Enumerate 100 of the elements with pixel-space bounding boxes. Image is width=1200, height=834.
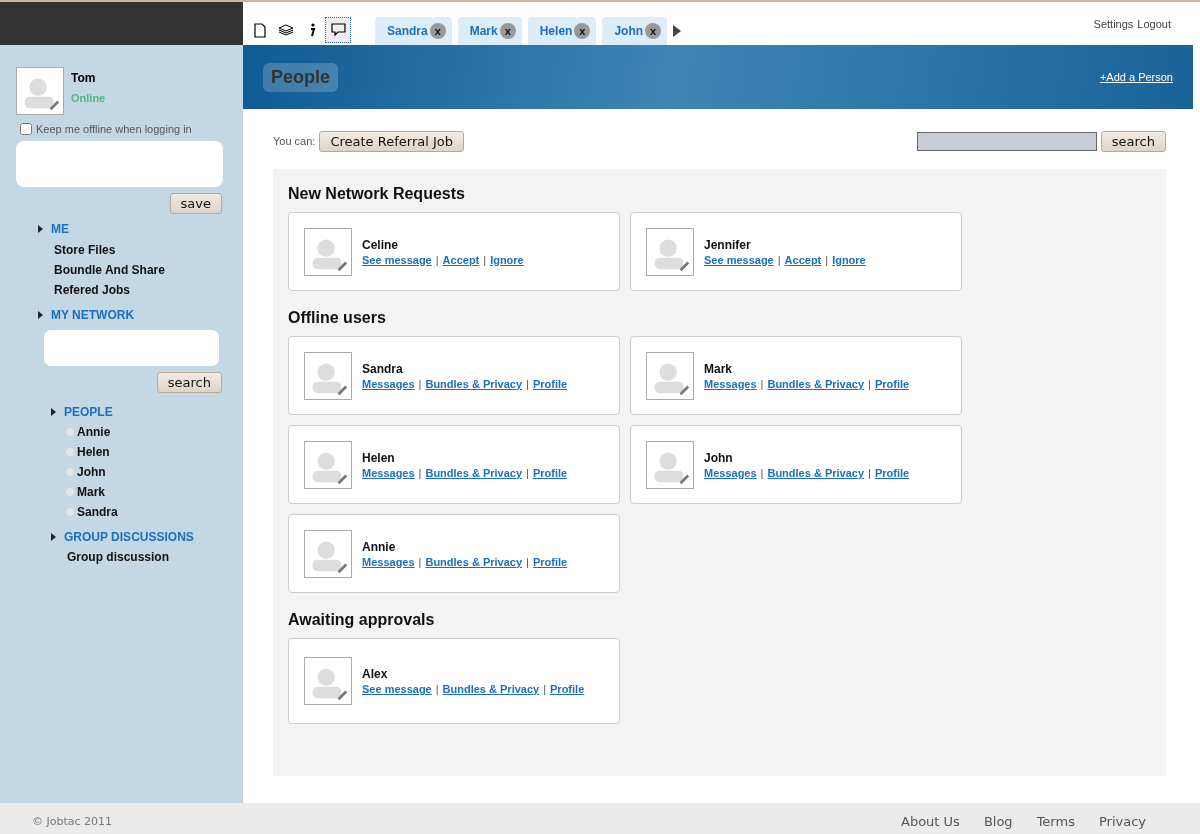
nav-section-link[interactable]: MY NETWORK — [51, 308, 135, 322]
save-button[interactable]: save — [169, 193, 222, 214]
speech-bubble-icon — [330, 23, 346, 37]
avatar-placeholder — [304, 657, 352, 705]
contact-link[interactable]: Helen — [77, 445, 110, 459]
expand-triangle-icon[interactable] — [38, 225, 43, 233]
person-action-link[interactable]: Messages — [362, 555, 415, 568]
section-title: New Network Requests — [288, 185, 466, 203]
link-separator: | — [526, 555, 529, 568]
person-action-link[interactable]: See message — [362, 683, 432, 695]
person-action-link[interactable]: Profile — [874, 377, 910, 390]
close-tab-button[interactable]: x — [499, 23, 516, 39]
person-action-link[interactable]: Messages — [704, 377, 757, 390]
contact-link[interactable]: Annie — [77, 425, 111, 439]
user-name: Tom — [71, 71, 97, 85]
contact-link[interactable]: John — [77, 465, 106, 479]
link-separator: | — [543, 683, 547, 695]
person-name: Helen — [362, 450, 396, 465]
nav-section-link[interactable]: ME — [51, 222, 69, 236]
chat-tab[interactable]: Mark x — [457, 17, 522, 45]
avatar-placeholder — [16, 67, 64, 115]
person-action-link[interactable]: Bundles & Privacy — [767, 377, 865, 390]
contact-link[interactable]: Sandra — [77, 505, 118, 519]
avatar-placeholder — [304, 227, 352, 276]
network-search-field[interactable] — [44, 330, 219, 366]
person-action-link[interactable]: See message — [362, 253, 432, 266]
footer-link[interactable]: About Us — [901, 814, 960, 829]
person-action-link[interactable]: See message — [704, 253, 774, 266]
avatar-placeholder — [646, 351, 694, 400]
nav-section-link[interactable]: PEOPLE — [64, 405, 113, 419]
expand-triangle-icon[interactable] — [51, 533, 56, 541]
person-name: Mark — [704, 361, 733, 376]
footer-link[interactable]: Terms — [1036, 814, 1075, 829]
person-name: Annie — [362, 539, 397, 554]
top-link[interactable]: Logout — [1137, 18, 1171, 30]
footer-link[interactable]: Privacy — [1098, 814, 1146, 829]
chat-tab[interactable]: Helen x — [527, 17, 597, 45]
add-person-link[interactable]: +Add a Person — [1099, 71, 1173, 83]
close-tab-button[interactable]: x — [645, 23, 662, 39]
person-action-link[interactable]: Accept — [784, 253, 822, 266]
person-action-link[interactable]: Profile — [874, 466, 910, 479]
presence-dot — [66, 508, 74, 516]
close-tab-button[interactable]: x — [574, 23, 591, 39]
nav-link[interactable]: Group discussion — [0, 547, 243, 567]
link-separator: | — [526, 377, 529, 390]
person-action-link[interactable]: Ignore — [832, 253, 866, 266]
person-action-link[interactable]: Bundles & Privacy — [425, 466, 523, 479]
search-button[interactable]: search — [1100, 130, 1166, 152]
expand-triangle-icon[interactable] — [38, 311, 43, 319]
person-action-link[interactable]: Profile — [532, 377, 568, 390]
avatar-placeholder — [304, 440, 352, 489]
person-action-link[interactable]: Profile — [550, 683, 585, 695]
link-separator: | — [526, 466, 529, 479]
footer-link[interactable]: Blog — [983, 814, 1013, 829]
link-separator: | — [418, 466, 422, 479]
nav-link[interactable]: Boundle And Share — [0, 260, 243, 280]
user-status: Online — [71, 92, 106, 104]
search-field[interactable] — [916, 131, 1097, 151]
presence-dot — [66, 428, 74, 436]
chat-tab[interactable]: John x — [602, 17, 668, 45]
person-action-link[interactable]: Profile — [532, 466, 568, 479]
person-action-link[interactable]: Bundles & Privacy — [767, 466, 865, 479]
page-title: People — [263, 62, 339, 92]
layers-icon — [278, 24, 294, 36]
person-name: Jennifer — [704, 237, 752, 252]
close-tab-button[interactable]: x — [429, 23, 446, 39]
status-message-field[interactable] — [16, 141, 223, 187]
person-name: John — [704, 450, 734, 465]
person-action-link[interactable]: Messages — [362, 377, 415, 390]
person-action-link[interactable]: Bundles & Privacy — [442, 683, 540, 695]
link-separator: | — [777, 253, 781, 266]
person-name: Sandra — [362, 361, 404, 376]
person-action-link[interactable]: Profile — [532, 555, 568, 568]
link-separator: | — [760, 377, 764, 390]
keep-offline-checkbox[interactable] — [20, 123, 32, 135]
nav-link[interactable]: Store Files — [0, 240, 243, 260]
person-action-link[interactable]: Messages — [704, 466, 757, 479]
chat-tab[interactable]: Sandra x — [375, 17, 452, 45]
create-referral-button[interactable]: Create Referral Job — [319, 130, 464, 152]
link-separator: | — [418, 555, 422, 568]
presence-dot — [66, 488, 74, 496]
avatar-placeholder — [646, 227, 694, 276]
contact-link[interactable]: Mark — [77, 485, 105, 499]
presence-dot — [66, 468, 74, 476]
actions-label: You can: — [273, 135, 316, 147]
person-action-link[interactable]: Bundles & Privacy — [425, 555, 523, 568]
person-action-link[interactable]: Accept — [442, 253, 480, 266]
avatar-placeholder — [304, 529, 352, 578]
person-action-link[interactable]: Messages — [362, 466, 415, 479]
nav-link[interactable]: Refered Jobs — [0, 280, 243, 300]
search-button[interactable]: search — [156, 372, 222, 393]
person-action-link[interactable]: Bundles & Privacy — [425, 377, 523, 390]
next-arrow-icon[interactable] — [673, 25, 682, 37]
expand-triangle-icon[interactable] — [51, 408, 56, 416]
top-link[interactable]: Settings — [1093, 18, 1134, 30]
link-separator: | — [435, 683, 439, 695]
link-separator: | — [868, 466, 871, 479]
link-separator: | — [868, 377, 871, 390]
nav-section-link[interactable]: GROUP DISCUSSIONS — [64, 530, 194, 544]
person-action-link[interactable]: Ignore — [490, 253, 524, 266]
